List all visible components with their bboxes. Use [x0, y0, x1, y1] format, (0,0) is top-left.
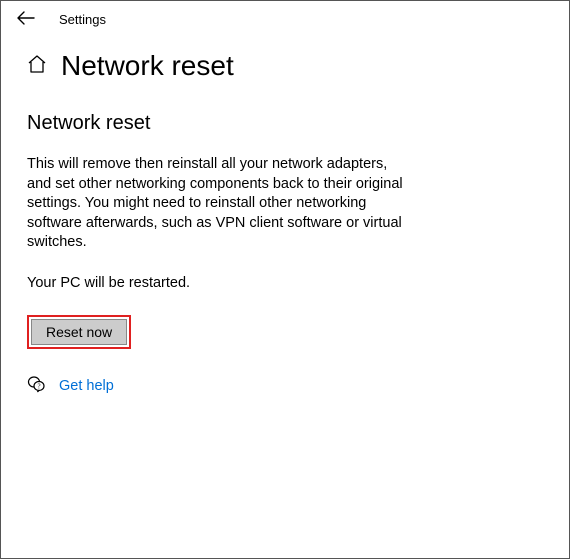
help-row: ? Get help: [27, 375, 415, 398]
app-title: Settings: [59, 12, 106, 27]
restart-note: Your PC will be restarted.: [27, 275, 415, 291]
get-help-icon[interactable]: ?: [27, 375, 45, 398]
svg-text:?: ?: [37, 382, 40, 390]
home-icon[interactable]: [27, 54, 47, 79]
content-area: Network reset This will remove then rein…: [1, 102, 441, 408]
description-text: This will remove then reinstall all your…: [27, 155, 415, 253]
reset-now-button[interactable]: Reset now: [31, 319, 127, 345]
page-title: Network reset: [61, 50, 234, 82]
section-heading: Network reset: [27, 112, 415, 135]
get-help-link[interactable]: Get help: [59, 378, 114, 394]
page-header: Network reset: [1, 38, 569, 102]
back-arrow-icon[interactable]: [17, 9, 35, 30]
title-bar: Settings: [1, 1, 569, 38]
reset-button-highlight: Reset now: [27, 315, 131, 349]
